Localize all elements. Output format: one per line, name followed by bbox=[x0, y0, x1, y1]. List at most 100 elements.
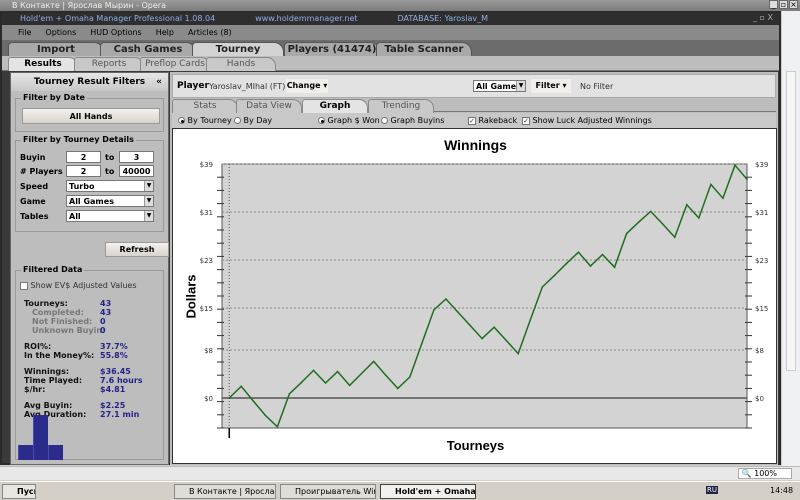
y-tick-label-right: $8 bbox=[755, 347, 764, 355]
subtab-hands[interactable]: Hands bbox=[206, 57, 276, 71]
y-tick-label-right: $15 bbox=[755, 305, 768, 313]
tab-table-scanner[interactable]: Table Scanner bbox=[376, 42, 472, 56]
all-hands-button[interactable]: All Hands bbox=[22, 108, 160, 124]
all-games-value: All Games bbox=[476, 82, 521, 91]
restore-icon[interactable]: ▫ bbox=[779, 0, 788, 9]
start-button[interactable]: Пуск bbox=[2, 484, 36, 499]
data-point bbox=[240, 385, 243, 388]
graph-tabs: Stats Data View Graph Trending bbox=[172, 98, 776, 113]
tab-graph[interactable]: Graph bbox=[302, 99, 368, 113]
data-point bbox=[685, 204, 688, 206]
buyin-to-input[interactable]: 3 bbox=[119, 151, 154, 163]
stat-label: Not Finished: bbox=[32, 317, 93, 326]
subtab-reports[interactable]: Reports bbox=[74, 57, 144, 71]
all-games-select[interactable]: All Games ▼ bbox=[473, 80, 526, 92]
y-tick-label-left: $15 bbox=[200, 305, 213, 313]
refresh-button[interactable]: Refresh bbox=[105, 242, 169, 257]
tab-tourney[interactable]: Tourney bbox=[192, 42, 284, 56]
players-label: # Players bbox=[20, 167, 63, 176]
chevron-down-icon: ▼ bbox=[144, 211, 153, 221]
player-name: Yaroslav_MIhal (FT) bbox=[209, 82, 286, 91]
radio-icon bbox=[318, 117, 325, 124]
tab-stats[interactable]: Stats bbox=[172, 99, 238, 113]
data-point bbox=[312, 369, 315, 372]
by-tourney-radio[interactable]: By Tourney bbox=[178, 113, 232, 128]
graph-won-label: Graph $ Won bbox=[327, 116, 380, 125]
menu-help[interactable]: Help bbox=[156, 28, 174, 37]
data-point bbox=[469, 324, 471, 327]
rakeback-checkbox[interactable]: ✓ Rakeback bbox=[468, 113, 517, 128]
tab-data-view[interactable]: Data View bbox=[236, 99, 302, 113]
y-tick-label-right: $31 bbox=[755, 209, 768, 217]
chevron-down-icon: ▼ bbox=[144, 196, 153, 206]
checkbox-icon bbox=[20, 281, 28, 290]
stat-label: Completed: bbox=[32, 308, 84, 317]
task-vkontakte[interactable]: В Контакте | Ярослав ... bbox=[174, 484, 276, 499]
minimize-icon[interactable]: _ bbox=[769, 0, 778, 9]
collapse-icon[interactable]: « bbox=[156, 73, 162, 91]
tab-players[interactable]: Players (41474) bbox=[284, 42, 380, 56]
tab-cash-games[interactable]: Cash Games bbox=[100, 42, 196, 56]
speed-select[interactable]: Turbo ▼ bbox=[66, 180, 154, 192]
menu-file[interactable]: File bbox=[18, 28, 31, 37]
x-axis-label: Tourneys bbox=[446, 438, 505, 453]
task-media-player[interactable]: Проигрыватель Windo... bbox=[280, 484, 376, 499]
data-point bbox=[433, 309, 435, 311]
y-tick-label-right: $39 bbox=[755, 161, 768, 169]
to-label: to bbox=[105, 153, 115, 162]
scrollbar[interactable] bbox=[786, 71, 796, 371]
y-tick-label-right: $0 bbox=[755, 395, 764, 403]
game-select[interactable]: All Games ▼ bbox=[66, 195, 154, 207]
browser-status-bar: 🔍 100% bbox=[0, 466, 800, 480]
menu-hud-options[interactable]: HUD Options bbox=[90, 28, 141, 37]
filter-button[interactable]: Filter ▾ bbox=[531, 79, 571, 93]
by-day-radio[interactable]: By Day bbox=[234, 113, 272, 128]
browser-title: В Контакте | Ярослав Мырин - Opera bbox=[12, 1, 166, 10]
data-point bbox=[228, 397, 231, 399]
stat-value: 27.1 min bbox=[100, 410, 140, 419]
stat-label: Winnings: bbox=[24, 367, 70, 376]
data-point bbox=[746, 178, 748, 181]
players-from-input[interactable]: 2 bbox=[66, 165, 101, 177]
menu-articles[interactable]: Articles (8) bbox=[188, 28, 232, 37]
browser-title-bar: В Контакте | Ярослав Мырин - Opera bbox=[0, 0, 800, 11]
data-point bbox=[625, 232, 628, 235]
stat-value: 7.6 hours bbox=[100, 376, 143, 385]
tab-trending[interactable]: Trending bbox=[368, 99, 434, 113]
data-point bbox=[276, 426, 279, 428]
data-point bbox=[601, 253, 604, 256]
tables-select[interactable]: All ▼ bbox=[66, 210, 154, 222]
stat-value: 37.7% bbox=[100, 342, 128, 351]
change-player-button[interactable]: Change ▾ bbox=[286, 79, 328, 93]
stat-value: 55.8% bbox=[100, 351, 128, 360]
app-window: Hold'em + Omaha Manager Professional 1.0… bbox=[0, 11, 781, 465]
ev-adjusted-checkbox[interactable]: Show EV$ Adjusted Values bbox=[20, 281, 137, 290]
tab-import[interactable]: Import bbox=[8, 42, 104, 56]
menu-options[interactable]: Options bbox=[45, 28, 76, 37]
players-to-input[interactable]: 40000 bbox=[119, 165, 154, 177]
graph-buyins-radio[interactable]: Graph Buyins bbox=[381, 113, 444, 128]
app-title-bar: Hold'em + Omaha Manager Professional 1.0… bbox=[2, 13, 779, 25]
luck-adjusted-checkbox[interactable]: ✓ Show Luck Adjusted Winnings bbox=[522, 113, 652, 128]
stat-value: 43 bbox=[100, 308, 112, 317]
plot-area bbox=[221, 163, 748, 429]
speed-value: Turbo bbox=[69, 182, 95, 191]
app-window-controls[interactable]: _ ▫ X bbox=[753, 13, 773, 22]
zoom-select[interactable]: 🔍 100% bbox=[737, 468, 792, 479]
close-icon[interactable]: × bbox=[789, 0, 798, 9]
subtab-preflop-cards[interactable]: Preflop Cards bbox=[140, 57, 210, 71]
data-point bbox=[613, 266, 616, 268]
data-point bbox=[722, 197, 724, 199]
filter-by-date-title: Filter by Date bbox=[21, 93, 87, 102]
sub-tabs: Results Reports Preflop Cards Hands bbox=[2, 56, 779, 71]
rakeback-label: Rakeback bbox=[478, 116, 518, 125]
data-point bbox=[517, 352, 520, 355]
subtab-results[interactable]: Results bbox=[8, 57, 78, 71]
language-indicator[interactable]: RU bbox=[706, 486, 718, 494]
task-holdem-manager[interactable]: Hold'em + Omaha Ma... bbox=[380, 484, 476, 499]
graph-won-radio[interactable]: Graph $ Won bbox=[318, 113, 380, 128]
y-tick-label-left: $31 bbox=[200, 209, 213, 217]
data-point bbox=[336, 370, 339, 373]
buyin-from-input[interactable]: 2 bbox=[66, 151, 101, 163]
stat-label: Unknown Buyin: bbox=[32, 326, 106, 335]
